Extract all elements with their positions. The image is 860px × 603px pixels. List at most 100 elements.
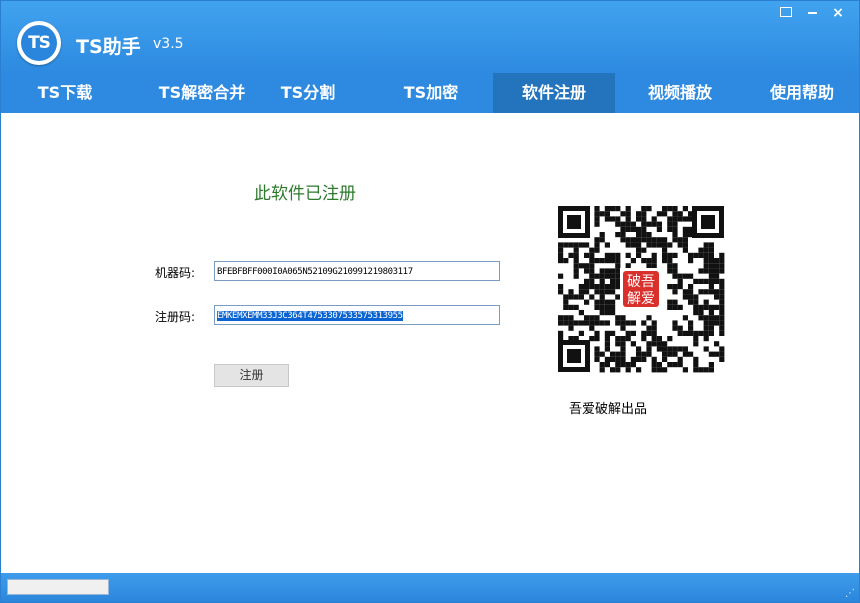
qr-module <box>573 268 579 274</box>
qr-module <box>714 268 720 274</box>
title-bar[interactable]: TS TS助手 v3.5 × <box>1 1 859 73</box>
qr-module <box>714 273 720 279</box>
qr-module <box>589 336 595 342</box>
qr-module <box>688 330 694 336</box>
qr-module <box>625 226 631 232</box>
qr-module <box>604 252 610 258</box>
reg-code-field[interactable]: EMKEMXEMM33J3C364T4753307533575313955 <box>214 305 500 325</box>
qr-module <box>708 284 714 290</box>
qr-module <box>646 325 652 331</box>
qr-module <box>589 247 595 253</box>
qr-module <box>719 263 725 269</box>
qr-module <box>620 320 626 326</box>
qr-module <box>568 315 574 321</box>
qr-module <box>656 211 662 217</box>
qr-module <box>662 346 668 352</box>
qr-module <box>636 211 642 217</box>
tab-ts-encrypt[interactable]: TS加密 <box>369 73 493 113</box>
qr-module <box>594 356 600 362</box>
qr-module <box>604 258 610 264</box>
qr-module <box>620 336 626 342</box>
qr-module <box>610 252 616 258</box>
qr-module <box>708 252 714 258</box>
qr-module <box>693 330 699 336</box>
qr-module <box>594 258 600 264</box>
qr-module <box>594 221 600 227</box>
qr-module <box>714 341 720 347</box>
qr-module <box>615 216 621 222</box>
qr-module <box>630 320 636 326</box>
tab-help[interactable]: 使用帮助 <box>745 73 859 113</box>
register-button[interactable]: 注册 <box>214 364 289 387</box>
qr-module <box>651 221 657 227</box>
tab-software-register[interactable]: 软件注册 <box>493 73 615 113</box>
qr-module <box>667 346 673 352</box>
qr-module <box>646 221 652 227</box>
qr-module <box>677 273 683 279</box>
qr-module <box>693 341 699 347</box>
qr-module <box>636 356 642 362</box>
qr-module <box>578 294 584 300</box>
qr-module <box>677 362 683 368</box>
qr-module <box>620 341 626 347</box>
qr-module <box>573 320 579 326</box>
qr-module <box>641 330 647 336</box>
qr-module <box>688 273 694 279</box>
qr-module <box>672 325 678 331</box>
qr-module <box>708 258 714 264</box>
qr-module <box>568 252 574 258</box>
resize-grip-icon[interactable]: ⋰ <box>845 588 855 599</box>
qr-module <box>667 206 673 212</box>
qr-module <box>558 252 564 258</box>
qr-module <box>604 206 610 212</box>
qr-module <box>594 320 600 326</box>
qr-module <box>698 330 704 336</box>
qr-module <box>656 242 662 248</box>
qr-module <box>682 346 688 352</box>
progress-bar <box>7 579 109 595</box>
tab-ts-decrypt-merge[interactable]: TS解密合并 <box>129 73 275 113</box>
stamp-line-2: 解爱 <box>627 291 655 307</box>
qr-module <box>708 289 714 295</box>
qr-module <box>656 336 662 342</box>
qr-module <box>641 356 647 362</box>
qr-module <box>599 237 605 243</box>
qr-module <box>558 247 564 253</box>
qr-module <box>630 226 636 232</box>
qr-module <box>672 232 678 238</box>
qr-module <box>610 299 616 305</box>
tab-ts-download[interactable]: TS下载 <box>1 73 129 113</box>
qr-module <box>708 278 714 284</box>
qr-module <box>651 341 657 347</box>
qr-module <box>682 330 688 336</box>
minimize-icon[interactable] <box>802 4 822 22</box>
qr-module <box>719 346 725 352</box>
app-logo: TS <box>17 21 61 65</box>
qr-module <box>719 294 725 300</box>
machine-code-field[interactable]: BFEBFBFF000I0A065N52109G210991219803117 <box>214 261 500 281</box>
tab-video-play[interactable]: 视频播放 <box>615 73 745 113</box>
tab-ts-split[interactable]: TS分割 <box>275 73 341 113</box>
qr-module <box>714 263 720 269</box>
qr-module <box>682 289 688 295</box>
qr-module <box>662 351 668 357</box>
qr-module <box>584 299 590 305</box>
qr-module <box>693 252 699 258</box>
menu-icon[interactable] <box>776 4 796 22</box>
qr-module <box>604 242 610 248</box>
qr-module <box>719 325 725 331</box>
qr-module <box>615 367 621 373</box>
qr-module <box>594 315 600 321</box>
qr-module <box>604 341 610 347</box>
qr-module <box>568 304 574 310</box>
qr-module <box>651 263 657 269</box>
qr-code-image: 破吾 解爱 <box>556 204 726 374</box>
qr-module <box>714 258 720 264</box>
qr-module <box>651 325 657 331</box>
logo-text: TS <box>21 25 57 61</box>
qr-module <box>558 320 564 326</box>
qr-module <box>719 278 725 284</box>
qr-module <box>610 278 616 284</box>
close-icon[interactable]: × <box>828 4 848 22</box>
qr-module <box>703 320 709 326</box>
